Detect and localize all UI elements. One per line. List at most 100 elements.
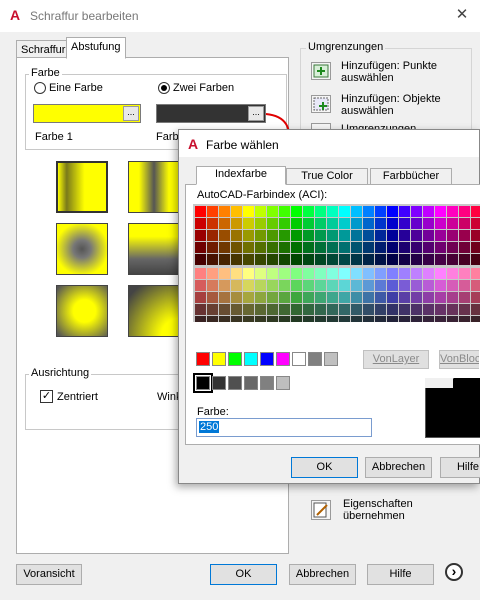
aci-color-cell[interactable] — [219, 304, 230, 315]
aci-color-cell[interactable] — [267, 218, 278, 229]
aci-color-cell[interactable] — [315, 280, 326, 291]
dialog-help-button[interactable]: Hilfe — [440, 457, 480, 478]
help-button[interactable]: Hilfe — [367, 564, 434, 585]
aci-color-cell[interactable] — [315, 316, 326, 322]
aci-color-cell[interactable] — [255, 268, 266, 279]
aci-color-cell[interactable] — [231, 206, 242, 217]
aci-color-cell[interactable] — [387, 254, 398, 265]
aci-palette-top[interactable] — [195, 206, 480, 265]
aci-color-cell[interactable] — [423, 218, 434, 229]
aci-color-cell[interactable] — [207, 280, 218, 291]
gray-shade-swatch[interactable] — [212, 376, 226, 390]
aci-color-cell[interactable] — [435, 292, 446, 303]
aci-color-cell[interactable] — [411, 254, 422, 265]
aci-color-cell[interactable] — [315, 292, 326, 303]
aci-color-cell[interactable] — [423, 292, 434, 303]
aci-color-cell[interactable] — [399, 304, 410, 315]
aci-color-cell[interactable] — [291, 280, 302, 291]
aci-color-cell[interactable] — [375, 292, 386, 303]
aci-color-cell[interactable] — [231, 268, 242, 279]
aci-color-cell[interactable] — [471, 206, 480, 217]
color-1-field[interactable]: ... — [33, 104, 141, 123]
aci-color-cell[interactable] — [447, 206, 458, 217]
aci-color-cell[interactable] — [399, 280, 410, 291]
aci-color-cell[interactable] — [447, 268, 458, 279]
aci-color-cell[interactable] — [243, 218, 254, 229]
gradient-swatch-2[interactable] — [128, 161, 180, 213]
color-1-picker-button[interactable]: ... — [123, 106, 139, 121]
aci-color-cell[interactable] — [243, 242, 254, 253]
radio-zwei-farben[interactable] — [158, 82, 170, 94]
aci-color-cell[interactable] — [231, 304, 242, 315]
aci-color-cell[interactable] — [399, 292, 410, 303]
aci-color-cell[interactable] — [387, 242, 398, 253]
aci-color-cell[interactable] — [255, 206, 266, 217]
aci-color-cell[interactable] — [255, 254, 266, 265]
aci-color-cell[interactable] — [459, 242, 470, 253]
aci-color-cell[interactable] — [399, 218, 410, 229]
aci-color-cell[interactable] — [435, 230, 446, 241]
aci-color-cell[interactable] — [435, 242, 446, 253]
aci-color-cell[interactable] — [471, 304, 480, 315]
aci-color-cell[interactable] — [327, 230, 338, 241]
aci-color-cell[interactable] — [339, 206, 350, 217]
aci-color-cell[interactable] — [231, 254, 242, 265]
aci-color-cell[interactable] — [363, 292, 374, 303]
aci-color-cell[interactable] — [423, 304, 434, 315]
byblock-button[interactable]: VonBlock — [439, 350, 479, 369]
aci-color-cell[interactable] — [339, 292, 350, 303]
aci-color-cell[interactable] — [315, 230, 326, 241]
aci-color-cell[interactable] — [399, 206, 410, 217]
standard-color-swatch[interactable] — [244, 352, 258, 366]
aci-color-cell[interactable] — [375, 268, 386, 279]
aci-color-cell[interactable] — [387, 304, 398, 315]
aci-color-cell[interactable] — [423, 206, 434, 217]
aci-color-cell[interactable] — [459, 268, 470, 279]
aci-color-cell[interactable] — [327, 254, 338, 265]
aci-color-cell[interactable] — [219, 268, 230, 279]
aci-color-cell[interactable] — [375, 218, 386, 229]
aci-color-cell[interactable] — [411, 268, 422, 279]
aci-color-cell[interactable] — [315, 254, 326, 265]
aci-color-cell[interactable] — [291, 206, 302, 217]
aci-color-cell[interactable] — [207, 304, 218, 315]
cancel-button[interactable]: Abbrechen — [289, 564, 356, 585]
aci-color-cell[interactable] — [399, 316, 410, 322]
aci-color-cell[interactable] — [435, 218, 446, 229]
aci-color-cell[interactable] — [375, 206, 386, 217]
aci-color-cell[interactable] — [231, 280, 242, 291]
aci-color-cell[interactable] — [243, 304, 254, 315]
aci-color-cell[interactable] — [447, 218, 458, 229]
aci-color-cell[interactable] — [303, 206, 314, 217]
aci-color-cell[interactable] — [411, 230, 422, 241]
standard-color-swatch[interactable] — [212, 352, 226, 366]
aci-color-cell[interactable] — [363, 304, 374, 315]
aci-color-cell[interactable] — [207, 218, 218, 229]
aci-color-cell[interactable] — [231, 292, 242, 303]
aci-color-cell[interactable] — [243, 230, 254, 241]
aci-color-cell[interactable] — [291, 254, 302, 265]
aci-color-cell[interactable] — [255, 316, 266, 322]
aci-color-cell[interactable] — [255, 280, 266, 291]
gray-shade-swatch[interactable] — [276, 376, 290, 390]
aci-color-cell[interactable] — [411, 206, 422, 217]
aci-color-cell[interactable] — [411, 304, 422, 315]
aci-color-cell[interactable] — [339, 304, 350, 315]
standard-color-swatch[interactable] — [292, 352, 306, 366]
radio-eine-farbe[interactable] — [34, 82, 46, 94]
aci-color-cell[interactable] — [447, 230, 458, 241]
aci-color-cell[interactable] — [291, 230, 302, 241]
gradient-swatch-4[interactable] — [56, 223, 108, 275]
standard-color-swatch[interactable] — [276, 352, 290, 366]
aci-color-cell[interactable] — [387, 280, 398, 291]
aci-color-cell[interactable] — [411, 316, 422, 322]
aci-color-cell[interactable] — [303, 242, 314, 253]
aci-color-cell[interactable] — [435, 280, 446, 291]
aci-color-cell[interactable] — [435, 268, 446, 279]
aci-color-cell[interactable] — [423, 230, 434, 241]
aci-color-cell[interactable] — [291, 242, 302, 253]
aci-color-cell[interactable] — [363, 242, 374, 253]
aci-color-cell[interactable] — [459, 230, 470, 241]
zentriert-checkbox[interactable]: ✓ — [40, 390, 53, 403]
aci-color-cell[interactable] — [207, 292, 218, 303]
